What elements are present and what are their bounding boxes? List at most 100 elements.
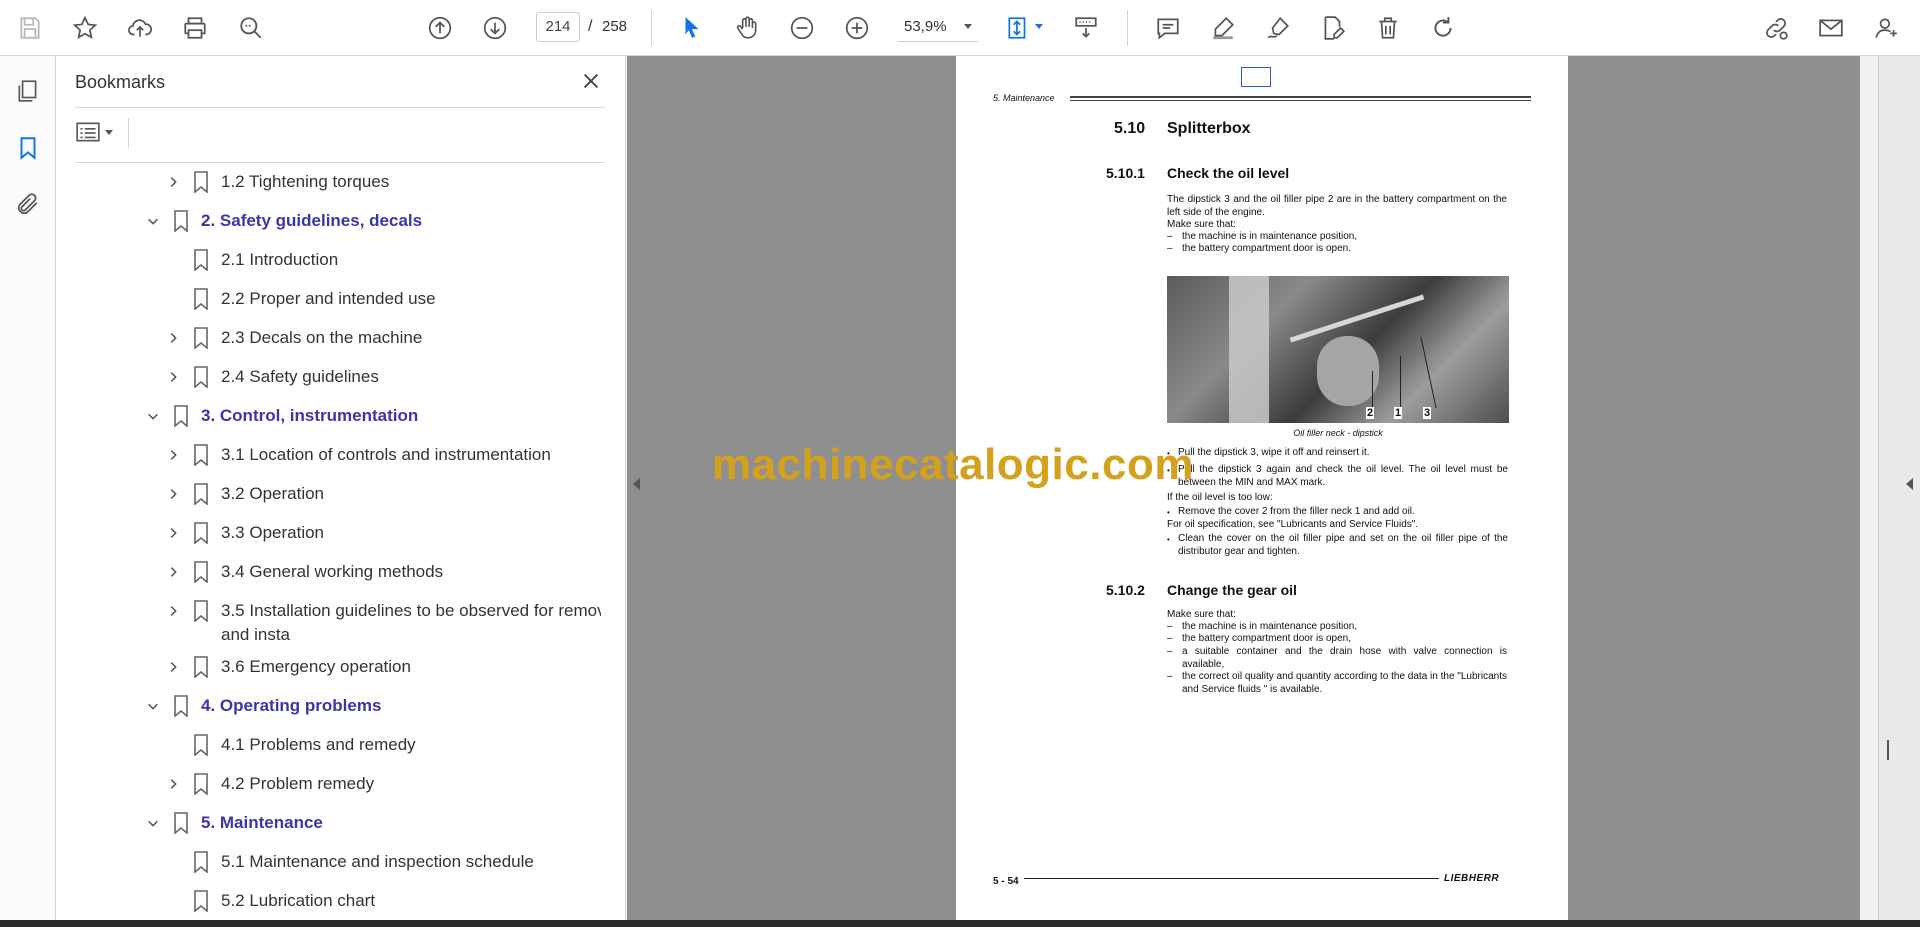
highlight-pen-icon[interactable] xyxy=(1205,10,1241,46)
bookmark-icon xyxy=(193,171,209,194)
search-zoom-icon[interactable] xyxy=(233,10,269,46)
page-number-input[interactable]: 214 xyxy=(536,12,580,42)
zoom-level-select[interactable]: 53,9% xyxy=(898,12,978,42)
bookmark-item[interactable]: 3. Control, instrumentation xyxy=(56,400,596,432)
bookmark-label: 2.2 Proper and intended use xyxy=(221,289,436,308)
bookmark-label: 2.1 Introduction xyxy=(221,250,339,269)
divider xyxy=(75,162,605,163)
draw-signature-icon[interactable] xyxy=(1260,10,1296,46)
chevron-down-icon[interactable] xyxy=(144,407,162,425)
bookmark-item[interactable]: 1.2 Tightening torques xyxy=(56,166,596,198)
star-icon[interactable] xyxy=(67,10,103,46)
print-icon[interactable] xyxy=(177,10,213,46)
bookmark-item[interactable]: 2.3 Decals on the machine xyxy=(56,322,596,354)
collapse-left-panel-icon[interactable] xyxy=(633,478,640,490)
bookmark-item[interactable]: 3.6 Emergency operation xyxy=(56,651,596,683)
chevron-right-icon[interactable] xyxy=(164,524,182,542)
chevron-right-icon[interactable] xyxy=(164,446,182,464)
bookmark-item[interactable]: 4.2 Problem remedy xyxy=(56,768,596,800)
scroll-position-mark xyxy=(1887,740,1889,760)
bookmark-label: 4.1 Problems and remedy xyxy=(221,735,416,754)
redo-icon[interactable] xyxy=(1425,10,1461,46)
divider xyxy=(128,118,129,148)
bookmark-icon xyxy=(193,522,209,545)
bookmark-item[interactable]: 2.1 Introduction xyxy=(56,244,596,276)
chevron-right-icon[interactable] xyxy=(164,329,182,347)
bookmark-item[interactable]: 5. Maintenance xyxy=(56,807,596,839)
bookmark-icon xyxy=(193,366,209,389)
chevron-right-icon[interactable] xyxy=(164,368,182,386)
upload-cloud-icon[interactable] xyxy=(122,10,158,46)
edit-document-icon[interactable] xyxy=(1315,10,1351,46)
chevron-right-icon[interactable] xyxy=(164,775,182,793)
next-page-icon[interactable] xyxy=(477,10,513,46)
dash-marker: – xyxy=(1167,243,1173,254)
dash-marker: – xyxy=(1167,633,1173,644)
section-number: 5.10 xyxy=(1114,120,1146,137)
select-cursor-icon[interactable] xyxy=(674,10,710,46)
bookmark-item[interactable]: 4. Operating problems xyxy=(56,690,596,722)
list-item: the correct oil quality and quantity acc… xyxy=(1182,671,1507,695)
email-icon[interactable] xyxy=(1813,10,1849,46)
bookmark-item[interactable]: 5.1 Maintenance and inspection schedule xyxy=(56,846,596,878)
previous-page-icon[interactable] xyxy=(422,10,458,46)
bookmark-label: 3.1 Location of controls and instrumenta… xyxy=(221,445,551,464)
share-link-icon[interactable] xyxy=(1758,10,1794,46)
bookmark-icon xyxy=(193,773,209,796)
comment-icon[interactable] xyxy=(1150,10,1186,46)
bookmark-icon xyxy=(193,656,209,679)
bookmark-item[interactable]: 3.5 Installation guidelines to be observ… xyxy=(56,595,601,653)
bookmark-item[interactable]: 3.1 Location of controls and instrumenta… xyxy=(56,439,596,471)
page-thumbnails-icon[interactable] xyxy=(10,73,46,109)
close-icon[interactable] xyxy=(576,66,606,96)
chevron-down-icon[interactable] xyxy=(144,212,162,230)
list-item: Pull the dipstick 3 again and check the … xyxy=(1178,464,1508,488)
attachments-icon[interactable] xyxy=(10,186,46,222)
fit-page-icon[interactable] xyxy=(1000,10,1036,46)
right-tools-strip xyxy=(1878,56,1920,921)
bookmark-item[interactable]: 3.4 General working methods xyxy=(56,556,596,588)
zoom-out-icon[interactable] xyxy=(784,10,820,46)
toolbar-divider xyxy=(651,10,652,46)
bookmark-options-button[interactable] xyxy=(75,116,123,148)
bookmark-item[interactable]: 2.4 Safety guidelines xyxy=(56,361,596,393)
toolbar-divider xyxy=(1127,10,1128,46)
bookmark-icon xyxy=(173,210,189,233)
list-item: a suitable container and the drain hose … xyxy=(1182,646,1507,670)
expand-right-panel-icon[interactable] xyxy=(1906,478,1913,490)
bookmarks-panel-icon[interactable] xyxy=(10,130,46,166)
bullet-marker: • xyxy=(1167,535,1170,544)
bookmark-item[interactable]: 3.2 Operation xyxy=(56,478,596,510)
bookmark-icon xyxy=(193,851,209,874)
account-icon[interactable] xyxy=(1868,10,1904,46)
delete-icon[interactable] xyxy=(1370,10,1406,46)
main-toolbar: 214 / 258 53,9% xyxy=(0,0,1920,56)
chevron-down-icon[interactable] xyxy=(144,814,162,832)
navigation-rail xyxy=(0,56,56,921)
bookmark-icon xyxy=(173,405,189,428)
list-item: Clean the cover on the oil filler pipe a… xyxy=(1178,533,1508,557)
bookmark-label: 3.5 Installation guidelines to be observ… xyxy=(221,601,601,644)
chevron-right-icon[interactable] xyxy=(164,658,182,676)
bookmark-item[interactable]: 2.2 Proper and intended use xyxy=(56,283,596,315)
photo-detail xyxy=(1229,276,1269,423)
hand-tool-icon[interactable] xyxy=(729,10,765,46)
chevron-down-icon[interactable] xyxy=(1035,24,1043,29)
zoom-in-icon[interactable] xyxy=(839,10,875,46)
chevron-down-icon[interactable] xyxy=(144,697,162,715)
chevron-right-icon[interactable] xyxy=(164,173,182,191)
bookmark-item[interactable]: 4.1 Problems and remedy xyxy=(56,729,596,761)
bookmark-icon xyxy=(173,812,189,835)
save-icon[interactable] xyxy=(12,10,48,46)
bookmark-item[interactable]: 5.2 Lubrication chart xyxy=(56,885,596,917)
taskbar-edge xyxy=(0,920,1920,927)
chevron-right-icon[interactable] xyxy=(164,602,182,620)
bookmark-item[interactable]: 2. Safety guidelines, decals xyxy=(56,205,596,237)
document-scrollbar[interactable] xyxy=(1860,56,1878,921)
chevron-right-icon[interactable] xyxy=(164,485,182,503)
subsection-title: Check the oil level xyxy=(1167,165,1290,181)
bookmark-item[interactable]: 3.3 Operation xyxy=(56,517,596,549)
scroll-mode-icon[interactable] xyxy=(1068,10,1104,46)
chevron-right-icon[interactable] xyxy=(164,563,182,581)
bookmarks-panel: Bookmarks 1.2 Tightening torques 2. Safet… xyxy=(56,56,664,921)
